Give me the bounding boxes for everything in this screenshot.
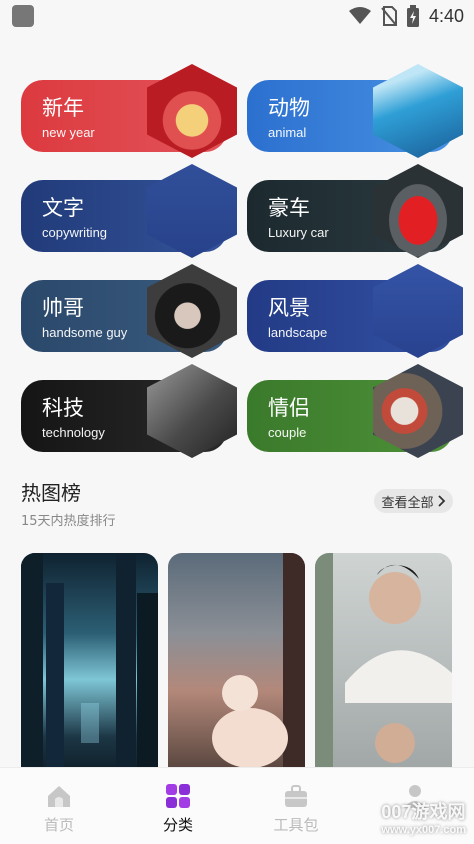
category-title: 科技 [42, 396, 84, 420]
portrait-graphic [315, 553, 452, 783]
category-technology[interactable]: 科技 technology [21, 364, 237, 458]
cat-window-graphic [212, 553, 305, 783]
watermark-brand: 007游戏网 [381, 802, 466, 822]
couple-thumbnail [373, 364, 463, 458]
hot-image-cat-window[interactable] [168, 553, 305, 783]
category-handsome-guy[interactable]: 帅哥 handsome guy [21, 264, 237, 358]
status-bar: 4:40 [0, 0, 474, 34]
category-copywriting[interactable]: 文字 copywriting [21, 164, 237, 258]
dolphin-thumbnail [373, 64, 463, 158]
watermark-url: www.yx007.com [381, 824, 466, 836]
category-title: 动物 [268, 96, 310, 120]
bottom-navigation: 首页 分类 工具包 007游戏网 www.yx007.com [0, 767, 474, 844]
chevron-right-icon [437, 495, 445, 507]
category-subtitle: copywriting [42, 225, 108, 240]
nav-category[interactable]: 分类 [138, 782, 218, 835]
nav-label: 工具包 [273, 816, 319, 834]
hot-section-title: 热图榜 [21, 481, 81, 505]
toolbox-icon [285, 785, 307, 807]
category-title: 帅哥 [42, 296, 84, 320]
category-title: 风景 [268, 296, 310, 320]
hot-section-subtitle: 15天内热度排行 [21, 514, 116, 529]
category-subtitle: handsome guy [42, 325, 128, 340]
category-grid-icon [166, 784, 190, 808]
site-watermark: 007游戏网 www.yx007.com [381, 798, 466, 836]
category-luxury-car[interactable]: 豪车 Luxury car [247, 164, 463, 258]
category-title: 情侣 [268, 396, 310, 420]
laptop-thumbnail [147, 364, 237, 458]
category-title: 新年 [42, 96, 84, 120]
category-subtitle: couple [268, 425, 307, 440]
category-title: 豪车 [268, 196, 310, 220]
see-all-button[interactable]: 查看全部 [374, 489, 453, 513]
wifi-icon [348, 7, 371, 24]
nav-label: 分类 [162, 816, 193, 834]
see-all-label: 查看全部 [381, 495, 434, 511]
nav-home[interactable]: 首页 [19, 782, 99, 835]
category-couple[interactable]: 情侣 couple [247, 364, 463, 458]
portrait-thumbnail [147, 264, 237, 358]
hot-image-cyber-city[interactable] [21, 553, 158, 783]
landscape-thumbnail [373, 264, 463, 358]
nav-label: 首页 [43, 816, 74, 834]
no-sim-icon [381, 6, 397, 26]
city-buildings-graphic [21, 553, 158, 783]
category-animal[interactable]: 动物 animal [247, 64, 463, 158]
category-title: 文字 [42, 196, 84, 220]
category-subtitle: landscape [268, 325, 328, 340]
status-time: 4:40 [428, 5, 464, 26]
battery-charging-icon [406, 5, 419, 27]
home-icon [48, 786, 70, 807]
status-icons: 4:40 [348, 5, 464, 27]
calligraphy-thumbnail [147, 164, 237, 258]
category-new-year[interactable]: 新年 new year [21, 64, 237, 158]
red-car-thumbnail [373, 164, 463, 258]
app-notification-icon [12, 5, 34, 27]
category-landscape[interactable]: 风景 landscape [247, 264, 463, 358]
category-subtitle: animal [268, 125, 307, 140]
hot-image-man-portrait[interactable] [315, 553, 452, 783]
new-year-thumbnail [147, 64, 237, 158]
category-subtitle: Luxury car [268, 225, 329, 240]
nav-toolkit[interactable]: 工具包 [256, 782, 336, 835]
category-subtitle: new year [42, 125, 95, 140]
category-subtitle: technology [42, 425, 105, 440]
